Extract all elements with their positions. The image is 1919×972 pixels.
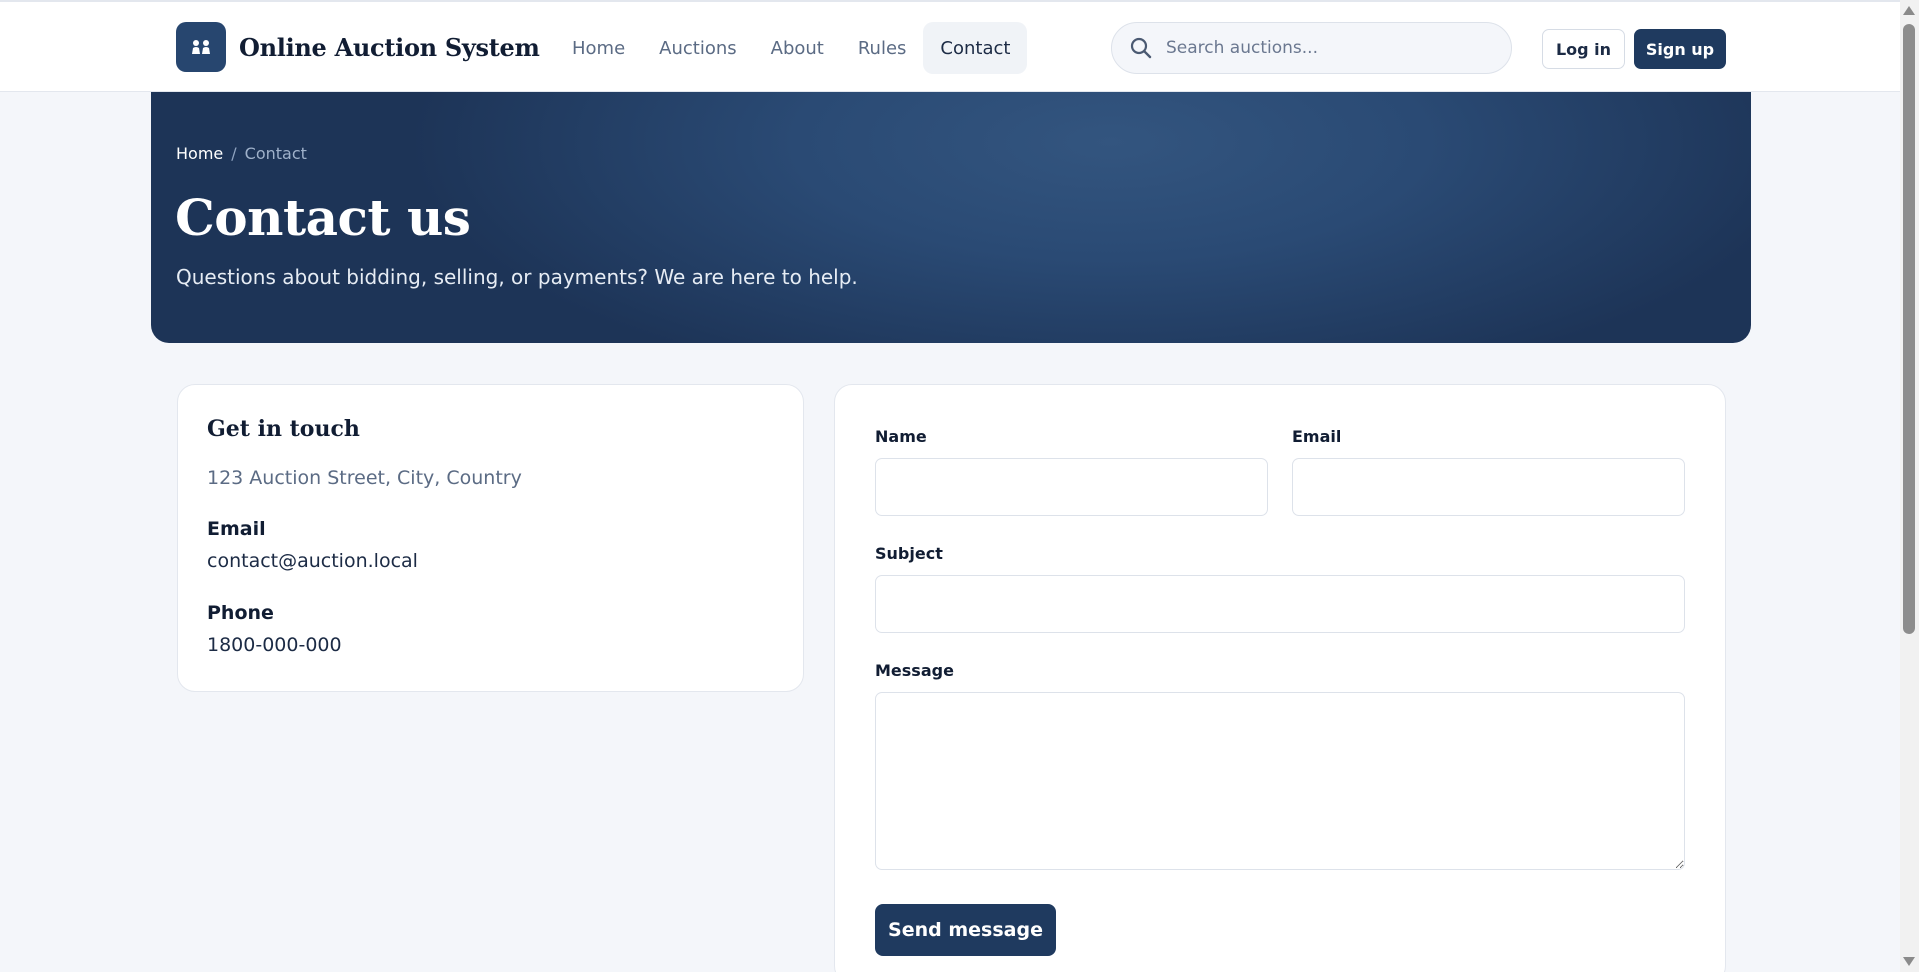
nav-item-about[interactable]: About: [754, 22, 841, 74]
nav-item-home[interactable]: Home: [555, 22, 642, 74]
login-button[interactable]: Log in: [1542, 29, 1625, 69]
page-scrollbar[interactable]: [1900, 0, 1919, 972]
search-input[interactable]: [1166, 38, 1496, 58]
brand-name: Online Auction System: [239, 32, 540, 62]
search-box[interactable]: [1111, 22, 1512, 74]
top-navigation-bar: Online Auction System Home Auctions Abou…: [0, 0, 1900, 92]
breadcrumb-home-link[interactable]: Home: [176, 144, 223, 163]
subject-field[interactable]: [875, 575, 1685, 633]
hero-banner: Home / Contact Contact us Questions abou…: [151, 92, 1751, 343]
subject-label: Subject: [875, 544, 943, 563]
scroll-down-arrow-icon[interactable]: [1903, 957, 1915, 966]
nav-item-contact[interactable]: Contact: [923, 22, 1028, 74]
name-field[interactable]: [875, 458, 1268, 516]
search-icon: [1128, 35, 1154, 61]
contact-phone-link[interactable]: 1800-000-000: [207, 634, 342, 656]
breadcrumb-current: Contact: [244, 144, 307, 163]
message-textarea[interactable]: [875, 692, 1685, 870]
name-label: Name: [875, 427, 927, 446]
signup-button[interactable]: Sign up: [1634, 29, 1726, 69]
scroll-up-arrow-icon[interactable]: [1903, 6, 1915, 15]
nav-item-rules[interactable]: Rules: [841, 22, 924, 74]
contact-address: 123 Auction Street, City, Country: [207, 467, 522, 489]
contact-email-label: Email: [207, 518, 266, 540]
email-label: Email: [1292, 427, 1342, 446]
main-nav: Home Auctions About Rules Contact: [555, 22, 1028, 74]
page-title: Contact us: [175, 188, 471, 247]
auction-gavel-icon: [176, 22, 226, 72]
brand[interactable]: Online Auction System: [176, 22, 540, 72]
nav-item-auctions[interactable]: Auctions: [642, 22, 753, 74]
email-field[interactable]: [1292, 458, 1685, 516]
page-subtitle: Questions about bidding, selling, or pay…: [176, 265, 858, 289]
contact-email-link[interactable]: contact@auction.local: [207, 550, 418, 572]
breadcrumb-separator: /: [231, 144, 237, 163]
send-message-button[interactable]: Send message: [875, 904, 1056, 956]
contact-phone-label: Phone: [207, 602, 274, 624]
scrollbar-thumb[interactable]: [1903, 24, 1915, 634]
contact-form: Name Email Subject Message Send message: [834, 384, 1726, 972]
contact-info-title: Get in touch: [207, 416, 360, 442]
contact-info-card: Get in touch 123 Auction Street, City, C…: [177, 384, 804, 692]
message-label: Message: [875, 661, 954, 680]
breadcrumb: Home / Contact: [176, 144, 307, 163]
